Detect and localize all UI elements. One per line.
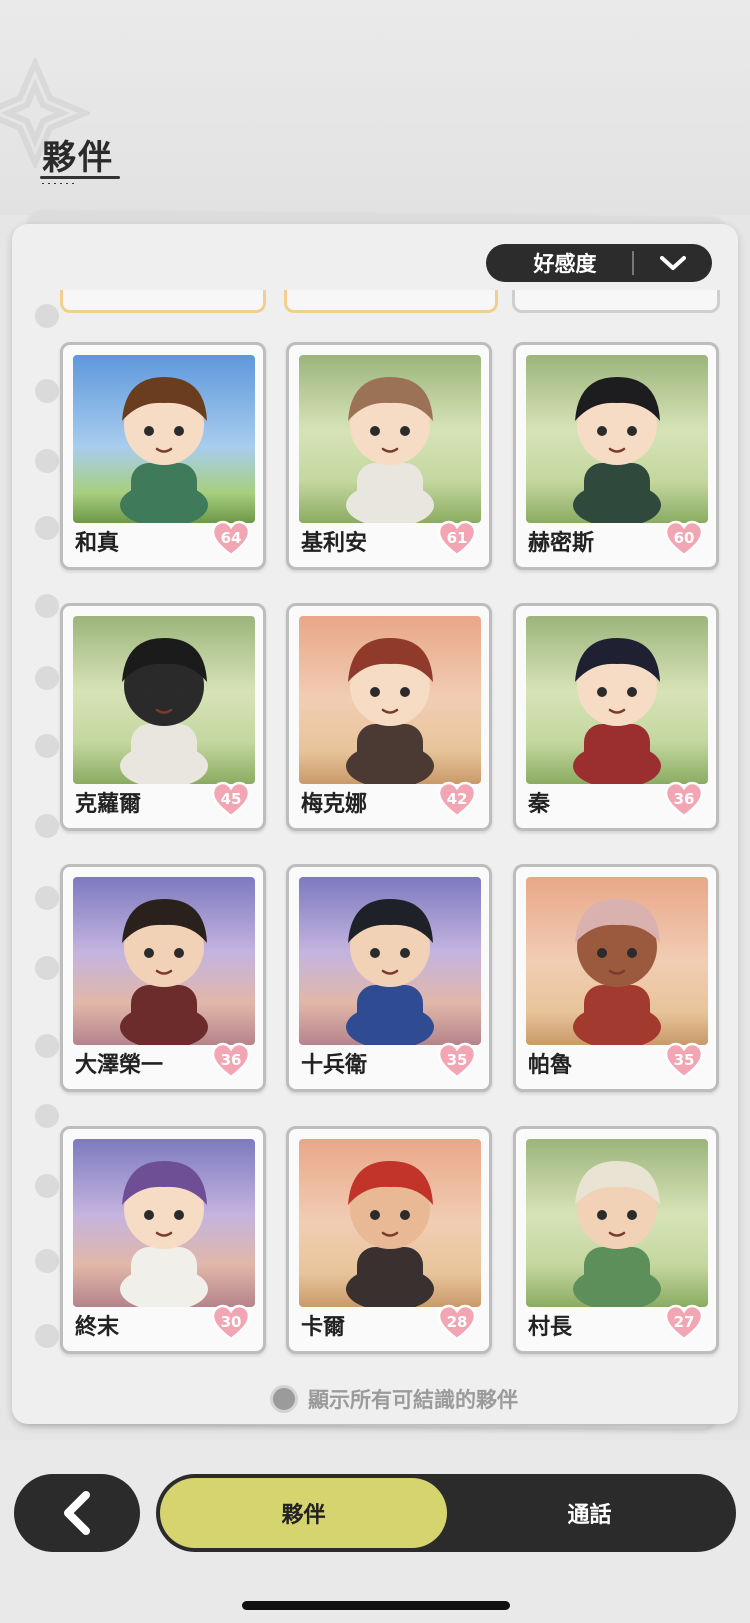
character-illustration <box>120 899 208 1045</box>
radio-button[interactable] <box>270 1385 298 1413</box>
companion-name: 帕魯 <box>528 1053 573 1078</box>
character-illustration <box>573 1161 661 1307</box>
previous-card-stub <box>512 290 720 313</box>
binder-hole <box>35 594 59 618</box>
tab-companions[interactable]: 夥伴 <box>160 1478 447 1548</box>
companion-portrait <box>299 877 481 1045</box>
title-dots <box>40 182 76 185</box>
character-illustration <box>120 1161 208 1307</box>
back-button[interactable] <box>14 1474 140 1552</box>
header-background <box>0 0 750 215</box>
character-illustration <box>346 1161 434 1307</box>
companion-name: 基利安 <box>301 531 368 556</box>
previous-card-stub <box>60 290 266 313</box>
affection-value: 36 <box>220 1051 242 1069</box>
affection-value: 30 <box>220 1313 242 1331</box>
binder-hole <box>35 1324 59 1348</box>
companion-card[interactable]: 村長 27 <box>513 1126 719 1354</box>
companion-portrait <box>526 616 708 784</box>
companion-card[interactable]: 赫密斯 60 <box>513 342 719 570</box>
companion-name: 克蘿爾 <box>75 792 142 817</box>
companion-name: 卡爾 <box>301 1315 346 1340</box>
binder-hole <box>35 304 59 328</box>
companion-portrait <box>299 355 481 523</box>
companion-portrait <box>526 877 708 1045</box>
companion-card[interactable]: 十兵衛 35 <box>286 864 492 1092</box>
companion-card[interactable]: 梅克娜 42 <box>286 603 492 831</box>
binder-hole <box>35 449 59 473</box>
character-illustration <box>573 377 661 523</box>
companion-name: 終末 <box>75 1315 120 1340</box>
binder-hole <box>35 379 59 403</box>
home-indicator <box>242 1601 510 1610</box>
binder-hole <box>35 1249 59 1273</box>
affection-value: 27 <box>673 1313 695 1331</box>
binder-hole <box>35 1104 59 1128</box>
companion-name: 梅克娜 <box>301 792 368 817</box>
affection-value: 42 <box>446 790 468 808</box>
companion-card[interactable]: 克蘿爾 45 <box>60 603 266 831</box>
companion-portrait <box>73 616 255 784</box>
companion-portrait <box>73 355 255 523</box>
companion-portrait <box>73 1139 255 1307</box>
companion-card[interactable]: 卡爾 28 <box>286 1126 492 1354</box>
character-illustration <box>573 899 661 1045</box>
tab-calls[interactable]: 通話 <box>447 1478 732 1548</box>
previous-card-stub <box>284 290 498 313</box>
companion-name: 村長 <box>528 1315 573 1340</box>
affection-value: 36 <box>673 790 695 808</box>
page-title: 夥伴 <box>42 138 114 178</box>
binder-hole <box>35 666 59 690</box>
back-arrow-icon <box>64 1491 90 1535</box>
companion-portrait <box>299 616 481 784</box>
companion-card[interactable]: 和真 64 <box>60 342 266 570</box>
show-all-toggle[interactable]: 顯示所有可結識的夥伴 <box>270 1384 518 1414</box>
affection-value: 35 <box>673 1051 695 1069</box>
companion-portrait <box>526 1139 708 1307</box>
title-underline <box>40 176 120 179</box>
companion-card[interactable]: 秦 36 <box>513 603 719 831</box>
companion-portrait <box>73 877 255 1045</box>
character-illustration <box>120 638 208 784</box>
binder-hole <box>35 1034 59 1058</box>
binder-hole <box>35 886 59 910</box>
companion-name: 大澤榮一 <box>75 1053 164 1078</box>
character-illustration <box>120 377 208 523</box>
companion-name: 赫密斯 <box>528 531 595 556</box>
binder-hole <box>35 516 59 540</box>
binder-hole <box>35 814 59 838</box>
companion-card[interactable]: 終末 30 <box>60 1126 266 1354</box>
companion-portrait <box>299 1139 481 1307</box>
affection-value: 61 <box>446 529 468 547</box>
character-illustration <box>346 899 434 1045</box>
affection-value: 35 <box>446 1051 468 1069</box>
affection-value: 45 <box>220 790 242 808</box>
binder-hole <box>35 734 59 758</box>
companion-card[interactable]: 大澤榮一 36 <box>60 864 266 1092</box>
binder-hole <box>35 956 59 980</box>
companion-card[interactable]: 基利安 61 <box>286 342 492 570</box>
affection-value: 64 <box>220 529 242 547</box>
companion-name: 和真 <box>75 531 120 556</box>
sort-label: 好感度 <box>533 252 597 276</box>
companion-card[interactable]: 帕魯 35 <box>513 864 719 1092</box>
affection-value: 28 <box>446 1313 468 1331</box>
character-illustration <box>346 638 434 784</box>
binder-hole <box>35 1174 59 1198</box>
affection-value: 60 <box>673 529 695 547</box>
character-illustration <box>346 377 434 523</box>
show-all-label: 顯示所有可結識的夥伴 <box>308 1388 518 1412</box>
sort-dropdown[interactable]: 好感度 <box>486 244 712 282</box>
companion-name: 十兵衛 <box>301 1053 368 1078</box>
companion-portrait <box>526 355 708 523</box>
companion-name: 秦 <box>528 792 551 817</box>
character-illustration <box>573 638 661 784</box>
chevron-down-icon[interactable] <box>634 244 712 282</box>
